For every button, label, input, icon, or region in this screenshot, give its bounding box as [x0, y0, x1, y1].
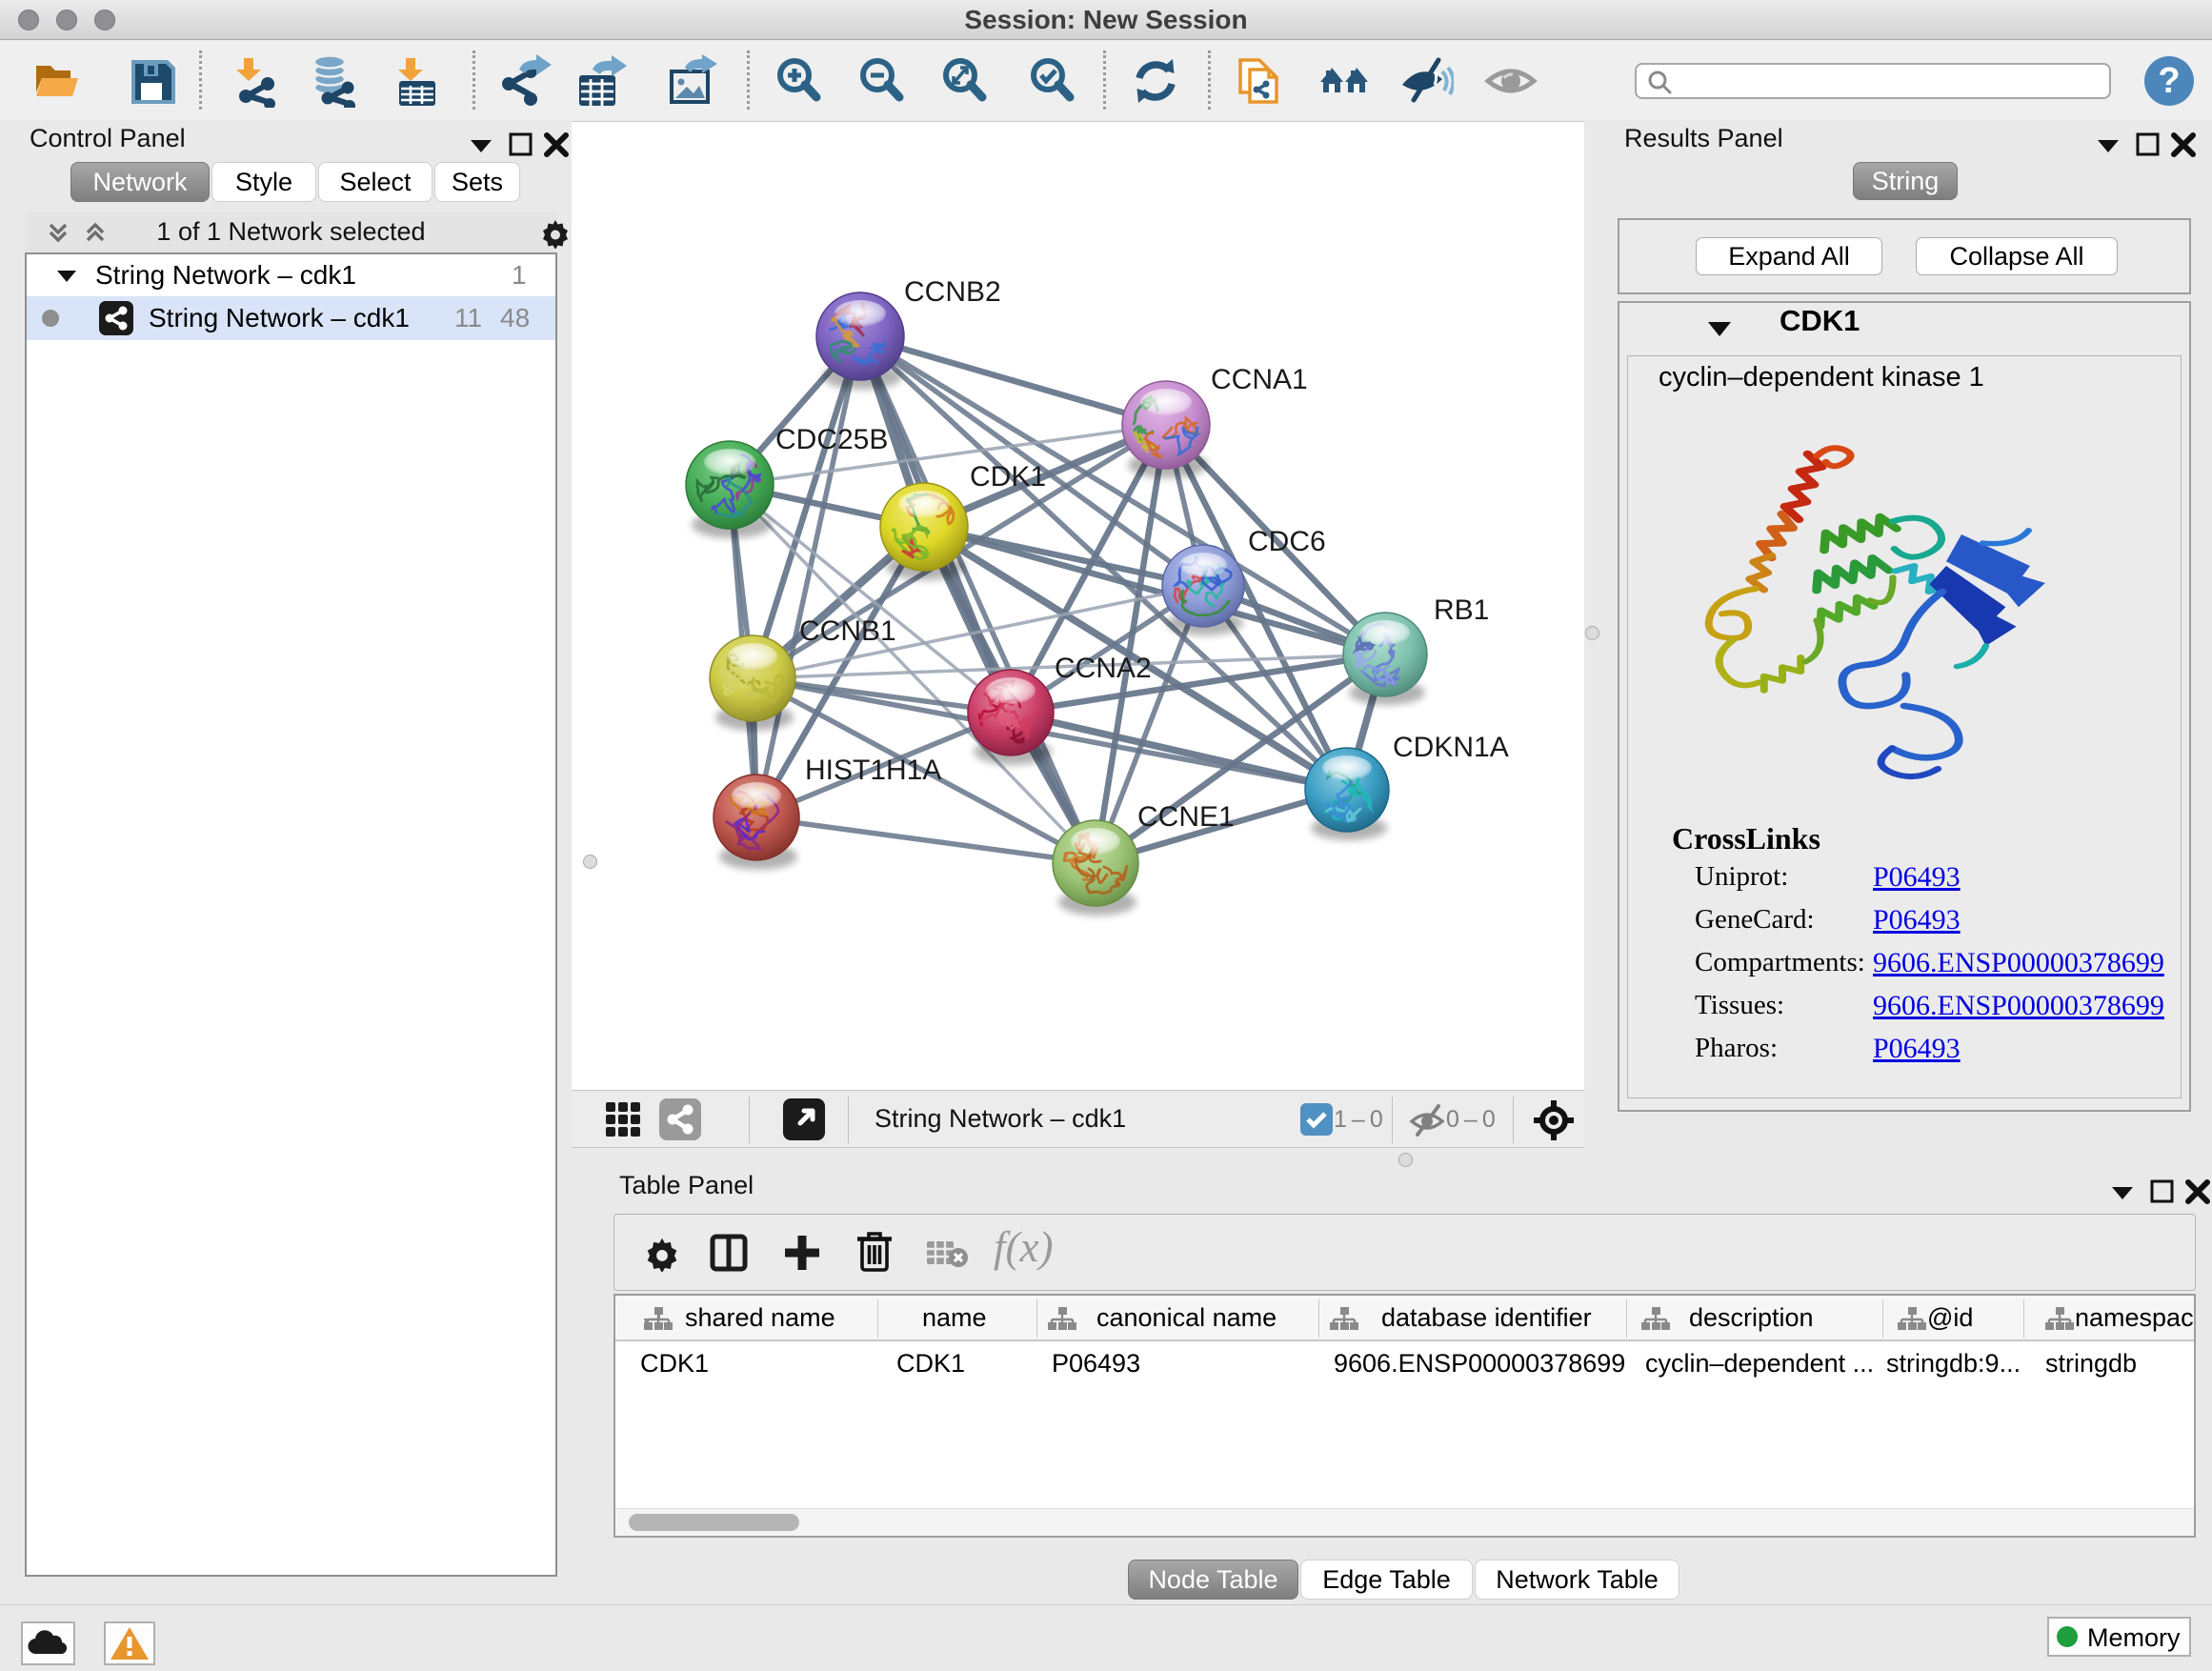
svg-text:CDK1: CDK1 [970, 461, 1046, 493]
svg-text:CCNA2: CCNA2 [1055, 653, 1152, 684]
svg-text:HIST1H1A: HIST1H1A [805, 755, 941, 786]
svg-text:RB1: RB1 [1434, 594, 1489, 626]
svg-text:CCNE1: CCNE1 [1137, 801, 1235, 833]
svg-text:CDKN1A: CDKN1A [1393, 732, 1509, 763]
svg-text:CCNA1: CCNA1 [1211, 364, 1308, 395]
svg-text:CCNB1: CCNB1 [799, 615, 896, 647]
svg-text:CCNB2: CCNB2 [904, 276, 1001, 308]
svg-text:CDC25B: CDC25B [775, 424, 888, 455]
svg-text:CDC6: CDC6 [1248, 526, 1326, 557]
